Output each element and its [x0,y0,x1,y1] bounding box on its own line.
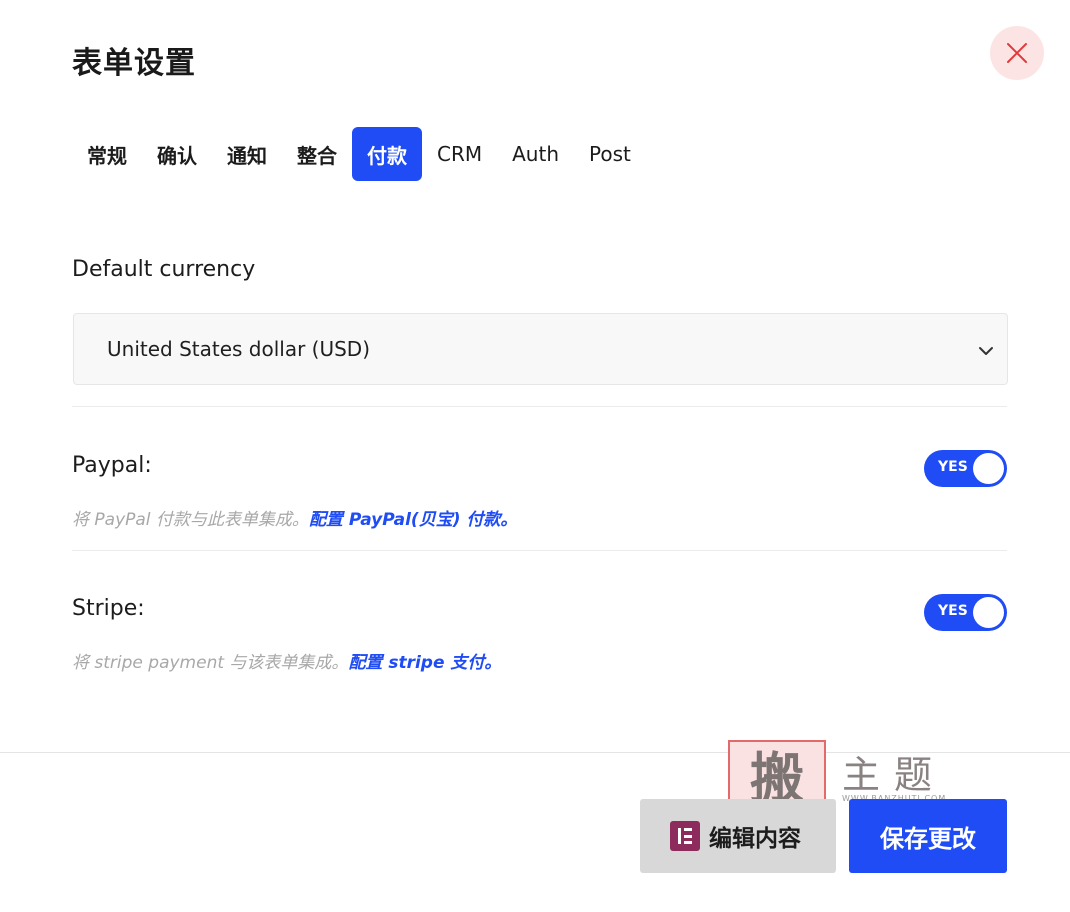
currency-label: Default currency [72,257,256,282]
toggle-knob [973,597,1004,628]
stripe-help-text: 将 stripe payment 与该表单集成。 [72,653,349,673]
close-button[interactable] [990,26,1044,80]
watermark-logo: 搬 主题 WWW.BANZHUTI.COM [728,738,958,810]
toggle-knob [973,453,1004,484]
stripe-label: Stripe: [72,596,145,621]
stripe-config-link[interactable]: 配置 stripe 支付。 [348,653,501,673]
tab-crm[interactable]: CRM [422,127,497,181]
paypal-help-text: 将 PayPal 付款与此表单集成。 [72,510,309,530]
stripe-help: 将 stripe payment 与该表单集成。配置 stripe 支付。 [72,648,501,673]
stripe-toggle[interactable]: YES [924,594,1007,631]
paypal-config-link[interactable]: 配置 PayPal(贝宝) 付款。 [309,510,517,530]
tab-notification[interactable]: 通知 [212,127,282,181]
divider [72,550,1007,551]
paypal-help: 将 PayPal 付款与此表单集成。配置 PayPal(贝宝) 付款。 [72,505,517,530]
tab-payment[interactable]: 付款 [352,127,422,181]
watermark-chars: 主题 [842,753,947,797]
save-changes-button[interactable]: 保存更改 [849,799,1007,873]
elementor-icon [670,821,700,851]
paypal-toggle-text: YES [938,459,968,475]
watermark-stamp: 搬 [728,740,826,810]
tab-auth[interactable]: Auth [497,127,574,181]
tab-integration[interactable]: 整合 [282,127,352,181]
tab-post[interactable]: Post [574,127,646,181]
paypal-label: Paypal: [72,453,152,478]
tab-general[interactable]: 常规 [72,127,142,181]
chevron-down-icon [979,347,993,355]
modal-title: 表单设置 [72,46,196,81]
currency-select[interactable]: United States dollar (USD) [73,313,1008,385]
paypal-toggle[interactable]: YES [924,450,1007,487]
divider [72,406,1007,407]
edit-content-button[interactable]: 编辑内容 [640,799,836,873]
form-settings-modal: 表单设置 常规 确认 通知 整合 付款 CRM Auth Post Defaul… [0,0,1070,912]
settings-tabs: 常规 确认 通知 整合 付款 CRM Auth Post [72,127,646,181]
currency-select-value: United States dollar (USD) [107,337,371,361]
close-icon [1007,43,1027,63]
edit-content-label: 编辑内容 [709,826,801,852]
stripe-toggle-text: YES [938,603,968,619]
tab-confirmation[interactable]: 确认 [142,127,212,181]
